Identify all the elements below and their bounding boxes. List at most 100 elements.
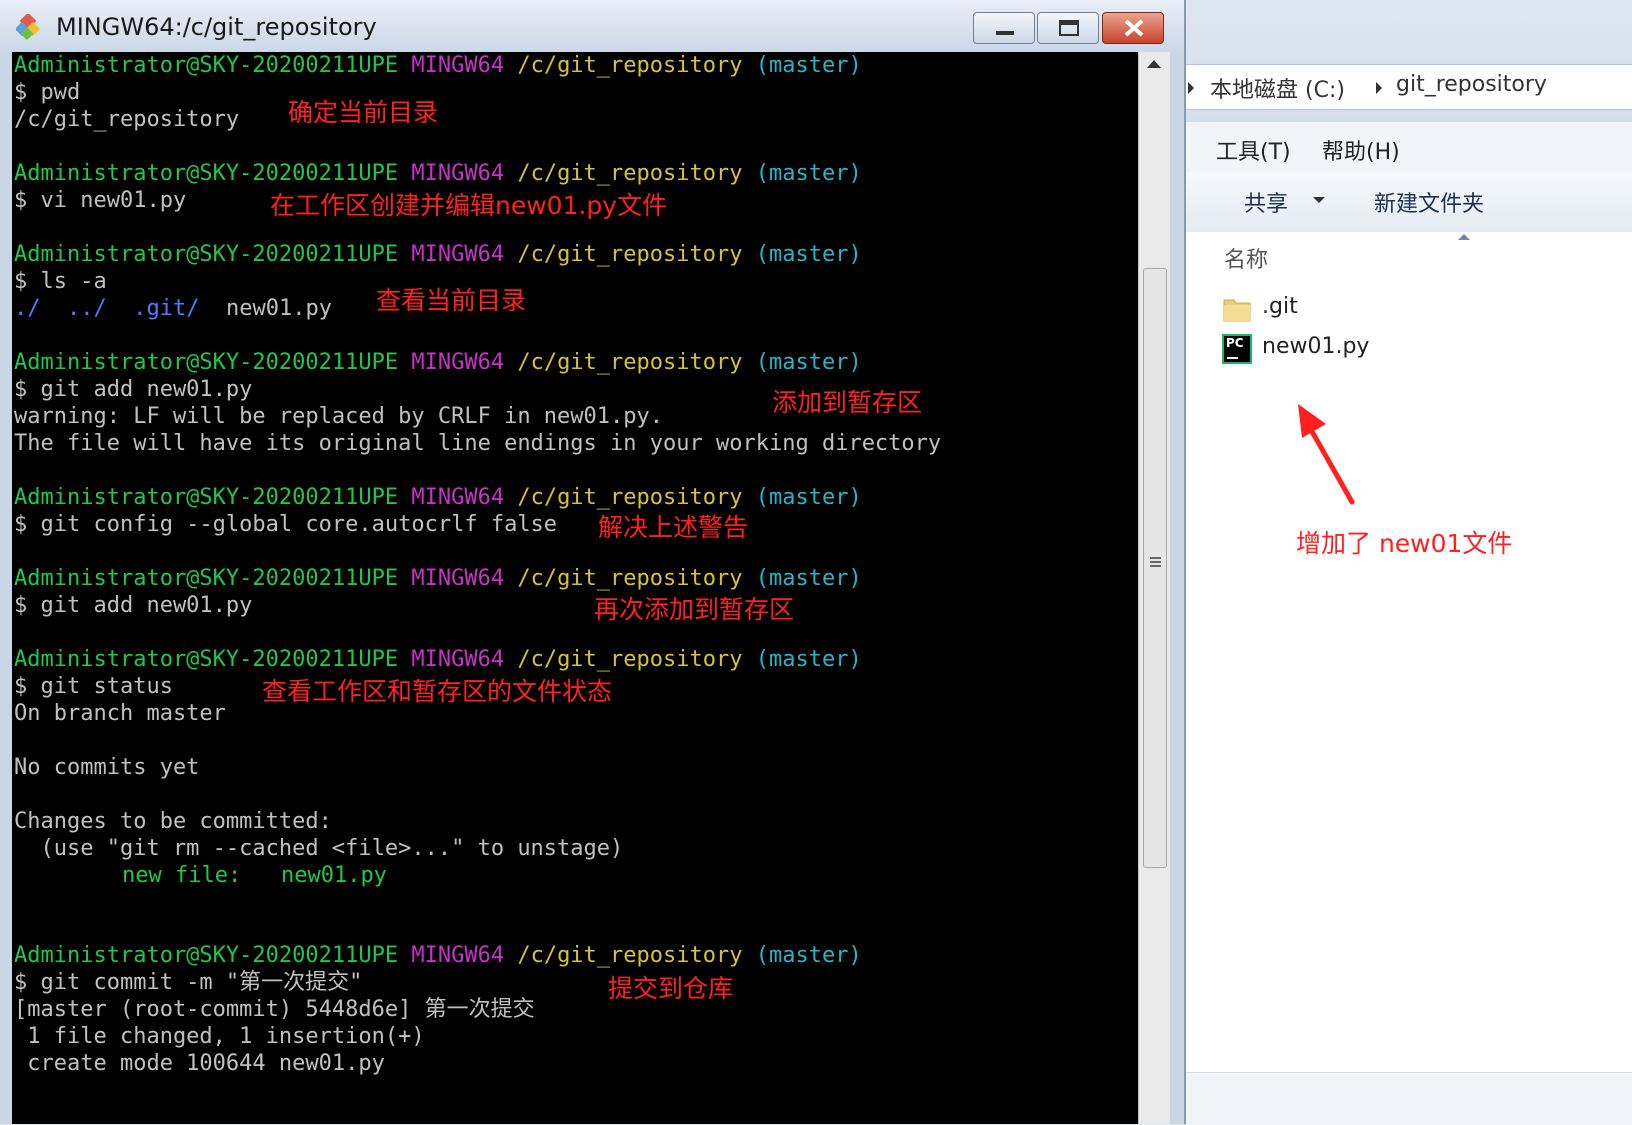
annotation-note: 确定当前目录 xyxy=(288,98,439,127)
prompt-system: MINGW64 xyxy=(411,943,505,968)
sort-up-icon xyxy=(1458,234,1470,240)
folder-icon xyxy=(1223,299,1251,322)
menu-tools[interactable]: 工具(T) xyxy=(1216,134,1291,166)
breadcrumb-drive[interactable]: 本地磁盘 (C:) xyxy=(1210,72,1345,104)
prompt-system: MINGW64 xyxy=(411,161,505,186)
terminal-scrollbar[interactable] xyxy=(1138,52,1171,1124)
prompt-path: /c/git_repository xyxy=(517,566,743,591)
arrow-annotation-icon xyxy=(1298,404,1355,505)
command-line: $ vi new01.py xyxy=(14,188,187,213)
file-item-new01[interactable]: PC new01.py xyxy=(1222,332,1602,368)
staged-file-line: new file: new01.py xyxy=(122,862,387,890)
status-bar xyxy=(1186,1072,1632,1125)
command-bar: 共享 新建文件夹 xyxy=(1186,172,1632,233)
scroll-up-arrow-icon[interactable] xyxy=(1147,60,1161,68)
staged-file-label: new file: xyxy=(122,863,242,888)
warning-line: The file will have its original line end… xyxy=(14,431,942,456)
prompt-line: Administrator@SKY-20200211UPE MINGW64 /c… xyxy=(14,942,862,970)
annotation-note: 在工作区创建并编辑new01.py文件 xyxy=(270,191,668,220)
prompt-user: Administrator@SKY-20200211UPE xyxy=(14,350,399,375)
prompt-branch: (master) xyxy=(755,647,862,672)
prompt-line: Administrator@SKY-20200211UPE MINGW64 /c… xyxy=(14,52,862,80)
file-item-git[interactable]: .git xyxy=(1222,292,1602,328)
ls-entry: ./ xyxy=(14,296,41,321)
command-line: $ git add new01.py xyxy=(14,377,253,402)
command-line: $ git config --global core.autocrlf fals… xyxy=(14,512,558,537)
prompt-system: MINGW64 xyxy=(411,566,505,591)
annotation-note: 提交到仓库 xyxy=(608,974,734,1003)
prompt-system: MINGW64 xyxy=(411,350,505,375)
scrollbar-thumb[interactable] xyxy=(1143,268,1167,868)
prompt-user: Administrator@SKY-20200211UPE xyxy=(14,485,399,510)
terminal-window: MINGW64:/c/git_repository Administrator@… xyxy=(0,0,1184,1124)
output-line: ./ ../ .git/ new01.py xyxy=(14,295,332,323)
git-bash-icon xyxy=(16,14,41,40)
window-frame xyxy=(1170,52,1184,1124)
prompt-line: Administrator@SKY-20200211UPE MINGW64 /c… xyxy=(14,160,862,188)
prompt-path: /c/git_repository xyxy=(517,647,743,672)
command-line: $ pwd xyxy=(14,80,81,105)
new-folder-button[interactable]: 新建文件夹 xyxy=(1374,186,1484,218)
terminal-titlebar[interactable]: MINGW64:/c/git_repository xyxy=(0,0,1184,52)
prompt-user: Administrator@SKY-20200211UPE xyxy=(14,242,399,267)
output-line: On branch master xyxy=(14,701,226,726)
prompt-system: MINGW64 xyxy=(411,485,505,510)
annotation-note: 解决上述警告 xyxy=(598,513,749,542)
minimize-icon xyxy=(996,31,1014,35)
column-header-name[interactable]: 名称 xyxy=(1224,242,1268,274)
explorer-window: 本地磁盘 (C:) git_repository 工具(T) 帮助(H) 共享 … xyxy=(1184,0,1632,1125)
command-line: $ git add new01.py xyxy=(14,593,253,618)
prompt-path: /c/git_repository xyxy=(517,350,743,375)
prompt-user: Administrator@SKY-20200211UPE xyxy=(14,647,399,672)
prompt-branch: (master) xyxy=(755,53,862,78)
annotation-note: 查看当前目录 xyxy=(376,286,527,315)
prompt-branch: (master) xyxy=(755,943,862,968)
prompt-path: /c/git_repository xyxy=(517,161,743,186)
file-name: new01.py xyxy=(1262,334,1370,359)
breadcrumb-folder[interactable]: git_repository xyxy=(1396,72,1547,97)
prompt-path: /c/git_repository xyxy=(517,943,743,968)
maximize-button[interactable] xyxy=(1037,12,1099,44)
pc-badge-text: PC xyxy=(1226,336,1244,350)
staged-file-name: new01.py xyxy=(280,863,387,888)
terminal-output[interactable]: Administrator@SKY-20200211UPE MINGW64 /c… xyxy=(12,52,1138,1124)
prompt-system: MINGW64 xyxy=(411,647,505,672)
output-line: Changes to be committed: xyxy=(14,809,332,834)
prompt-branch: (master) xyxy=(755,242,862,267)
command-line: $ ls -a xyxy=(14,269,107,294)
prompt-path: /c/git_repository xyxy=(517,242,743,267)
file-list[interactable]: 名称 .git PC new01.py xyxy=(1186,232,1632,1072)
prompt-user: Administrator@SKY-20200211UPE xyxy=(14,943,399,968)
grip-icon xyxy=(1150,557,1161,567)
ls-entry: new01.py xyxy=(225,296,332,321)
prompt-user: Administrator@SKY-20200211UPE xyxy=(14,161,399,186)
prompt-system: MINGW64 xyxy=(411,242,505,267)
prompt-branch: (master) xyxy=(755,350,862,375)
prompt-branch: (master) xyxy=(755,566,862,591)
prompt-line: Administrator@SKY-20200211UPE MINGW64 /c… xyxy=(14,484,862,512)
ls-entry: ../ xyxy=(67,296,107,321)
prompt-branch: (master) xyxy=(755,485,862,510)
output-line: No commits yet xyxy=(14,755,200,780)
output-line: create mode 100644 new01.py xyxy=(14,1051,385,1076)
close-icon xyxy=(1124,19,1144,37)
warning-line: warning: LF will be replaced by CRLF in … xyxy=(14,404,664,429)
share-button[interactable]: 共享 xyxy=(1244,186,1288,218)
close-button[interactable] xyxy=(1102,12,1164,44)
menu-bar: 工具(T) 帮助(H) xyxy=(1186,122,1632,173)
annotation-note: 查看工作区和暂存区的文件状态 xyxy=(262,677,613,706)
annotation-note: 添加到暂存区 xyxy=(772,388,923,417)
minimize-button[interactable] xyxy=(973,12,1035,44)
breadcrumb-arrow-icon[interactable] xyxy=(1188,82,1194,94)
command-line: $ git commit -m "第一次提交" xyxy=(14,970,363,995)
ls-entry: .git/ xyxy=(133,296,200,321)
prompt-user: Administrator@SKY-20200211UPE xyxy=(14,53,399,78)
breadcrumb-arrow-icon[interactable] xyxy=(1376,82,1382,94)
prompt-line: Administrator@SKY-20200211UPE MINGW64 /c… xyxy=(14,565,862,593)
chevron-down-icon[interactable] xyxy=(1313,197,1325,203)
address-bar[interactable]: 本地磁盘 (C:) git_repository xyxy=(1186,64,1632,110)
prompt-system: MINGW64 xyxy=(411,53,505,78)
menu-help[interactable]: 帮助(H) xyxy=(1322,134,1400,166)
output-line: [master (root-commit) 5448d6e] 第一次提交 xyxy=(14,997,535,1022)
output-line: (use "git rm --cached <file>..." to unst… xyxy=(14,836,624,861)
